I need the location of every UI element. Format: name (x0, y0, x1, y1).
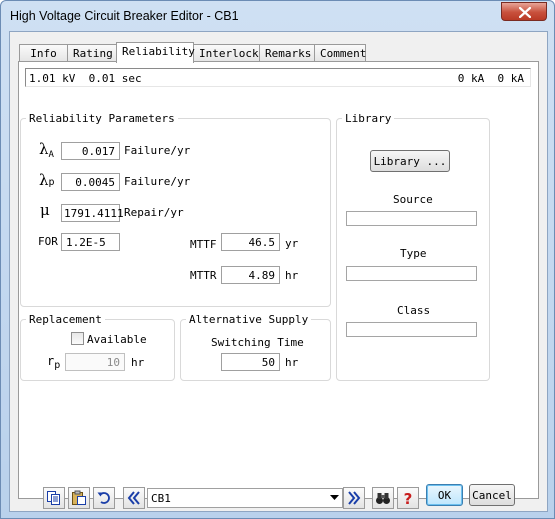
status-current: 0 kA 0 kA (457, 72, 524, 85)
source-field[interactable] (346, 211, 477, 226)
type-field[interactable] (346, 266, 477, 281)
source-label: Source (393, 193, 433, 206)
reliability-parameters-legend: Reliability Parameters (29, 112, 175, 125)
available-label: Available (87, 333, 147, 346)
title-bar: High Voltage Circuit Breaker Editor - CB… (1, 1, 554, 31)
alternative-supply-legend: Alternative Supply (189, 313, 309, 326)
mttf-label: MTTF (190, 238, 217, 251)
mu-label: μ (40, 201, 50, 219)
help-icon: ? (404, 490, 413, 506)
dialog-body: Info Rating Reliability Interlock Remark… (9, 31, 548, 512)
tab-info[interactable]: Info (19, 44, 68, 62)
type-label: Type (400, 247, 427, 260)
tab-remarks[interactable]: Remarks (259, 44, 315, 62)
next-button[interactable] (343, 487, 365, 509)
for-input[interactable]: 1.2E-5 (61, 233, 120, 251)
close-icon (519, 7, 531, 18)
status-voltage-time: 1.01 kV 0.01 sec (29, 72, 142, 85)
for-label: FOR (38, 235, 58, 248)
available-checkbox[interactable] (71, 332, 84, 345)
double-chevron-right-icon (348, 491, 361, 505)
paste-button[interactable] (68, 487, 90, 509)
copy-icon (47, 491, 60, 505)
mu-unit: Repair/yr (124, 206, 184, 219)
lambda-a-unit: Failure/yr (124, 144, 191, 157)
lambda-p-label: λp (39, 171, 55, 189)
rp-input[interactable]: 10 (65, 353, 125, 371)
lambda-a-label: λA (39, 140, 54, 160)
tab-label: Comment (320, 47, 367, 60)
tab-label: Remarks (265, 47, 312, 60)
mttr-unit: hr (285, 269, 299, 282)
lambda-p-subscript: p (48, 177, 55, 188)
class-label: Class (397, 304, 431, 317)
switching-time-unit: hr (285, 356, 299, 369)
close-button[interactable] (501, 2, 547, 21)
svg-text:?: ? (404, 490, 413, 506)
library-button[interactable]: Library ... (370, 150, 450, 172)
switching-time-label: Switching Time (211, 336, 304, 349)
lambda-a-input[interactable]: 0.017 (61, 142, 120, 160)
lambda-a-subscript: A (48, 150, 54, 161)
binoculars-icon (376, 493, 390, 504)
library-legend: Library (345, 112, 392, 125)
mttr-label: MTTR (190, 269, 217, 282)
rp-label: rp (47, 354, 60, 371)
mu-input[interactable]: 1791.4111 (61, 204, 124, 222)
cancel-button[interactable]: Cancel (469, 484, 515, 506)
undo-icon (97, 492, 110, 504)
tab-label: Rating (73, 47, 113, 60)
double-chevron-left-icon (127, 491, 140, 505)
rp-subscript: p (54, 360, 61, 372)
mu-symbol: μ (40, 201, 50, 219)
element-selector-value: CB1 (151, 492, 171, 505)
previous-button[interactable] (123, 487, 145, 509)
tab-rating[interactable]: Rating (67, 44, 117, 62)
tab-label: Info (30, 47, 57, 60)
reliability-page: 1.01 kV 0.01 sec 0 kA 0 kA Reliability P… (18, 61, 539, 499)
tab-reliability[interactable]: Reliability (116, 42, 195, 63)
mttf-unit: yr (285, 237, 299, 250)
window-title: High Voltage Circuit Breaker Editor - CB… (10, 9, 239, 23)
lambda-p-unit: Failure/yr (124, 175, 191, 188)
class-field[interactable] (346, 322, 477, 337)
tab-label: Interlock (199, 47, 259, 60)
find-button[interactable] (372, 487, 394, 509)
tab-label: Reliability (122, 45, 195, 58)
ok-button[interactable]: OK (426, 484, 463, 506)
lambda-p-input[interactable]: 0.0045 (61, 173, 120, 191)
status-bar: 1.01 kV 0.01 sec 0 kA 0 kA (25, 68, 531, 87)
mttr-input[interactable]: 4.89 (221, 266, 280, 284)
rp-unit: hr (131, 356, 145, 369)
lambda-symbol: λ (39, 171, 49, 189)
undo-button[interactable] (93, 487, 115, 509)
replacement-legend: Replacement (29, 313, 102, 326)
switching-time-input[interactable]: 50 (221, 353, 280, 371)
chevron-down-icon (330, 495, 339, 500)
element-selector[interactable]: CB1 (147, 488, 343, 508)
help-button[interactable]: ? (397, 487, 419, 509)
copy-button[interactable] (43, 487, 65, 509)
lambda-symbol: λ (39, 140, 49, 158)
tab-interlock[interactable]: Interlock (193, 44, 260, 62)
paste-icon (72, 490, 86, 505)
tab-comment[interactable]: Comment (314, 44, 366, 62)
editor-window: High Voltage Circuit Breaker Editor - CB… (0, 0, 555, 519)
mttf-input[interactable]: 46.5 (221, 233, 280, 251)
